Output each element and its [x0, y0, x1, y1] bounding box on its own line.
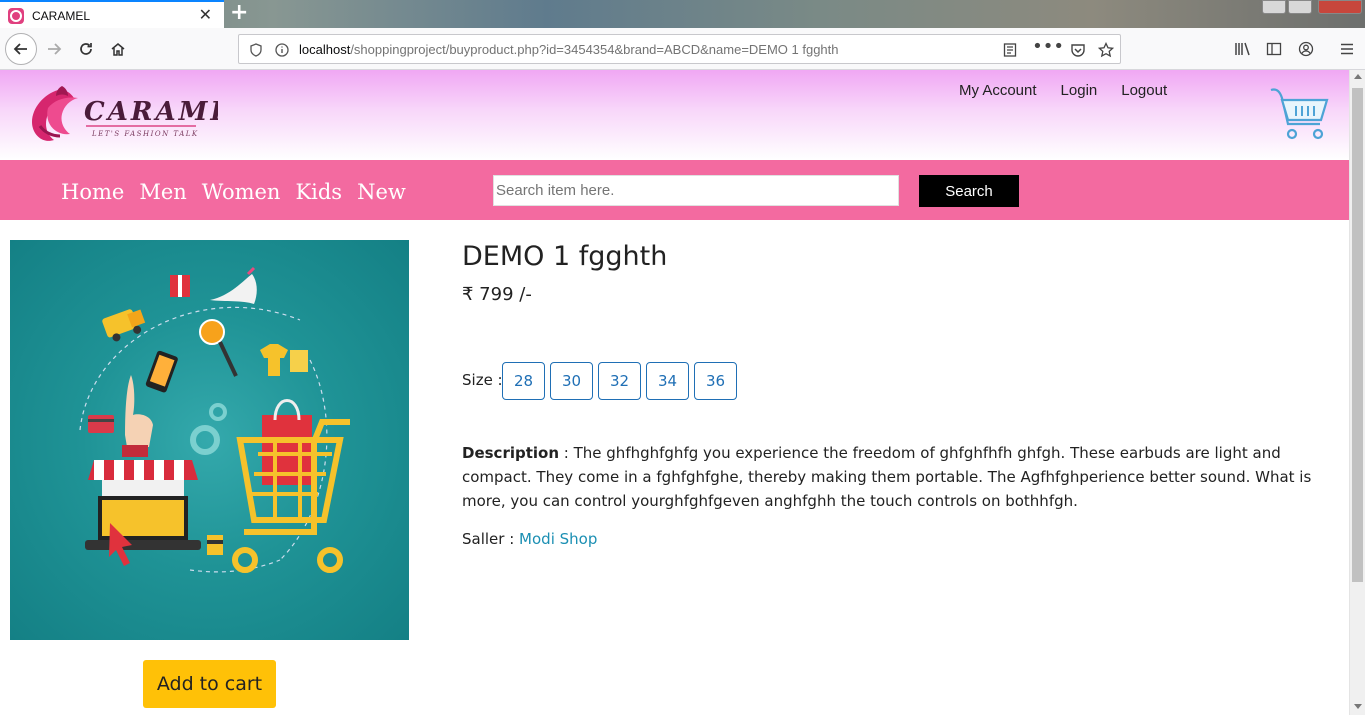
hamburger-menu-icon[interactable] [1333, 35, 1361, 63]
page-actions-icon[interactable]: ••• [1032, 36, 1064, 57]
close-window-icon[interactable] [1318, 0, 1362, 14]
logo-text: CARAMEL [84, 97, 218, 127]
info-icon[interactable] [273, 41, 291, 59]
main-menu: Home Men Women Kids New [61, 180, 406, 204]
reader-view-icon[interactable] [1001, 41, 1019, 59]
url-host: localhost [299, 42, 351, 57]
logout-link[interactable]: Logout [1121, 82, 1167, 99]
menu-item-home[interactable]: Home [61, 180, 124, 204]
my-account-link[interactable]: My Account [959, 82, 1037, 99]
url-text[interactable]: localhost/shoppingproject/buyproduct.php… [299, 42, 839, 57]
back-icon[interactable] [5, 33, 37, 65]
account-links: My Account Login Logout [959, 82, 1167, 99]
size-option-32[interactable]: 32 [598, 362, 641, 400]
new-tab-icon[interactable]: + [230, 1, 248, 25]
site-header: CARAMEL LET'S FASHION TALK My Account Lo… [0, 70, 1349, 160]
seller-info: Saller : Modi Shop [462, 530, 597, 548]
browser-tab[interactable]: CARAMEL ✕ [0, 0, 224, 29]
size-option-36[interactable]: 36 [694, 362, 737, 400]
size-option-34[interactable]: 34 [646, 362, 689, 400]
site-favicon-icon [8, 7, 24, 24]
sidebar-icon[interactable] [1260, 35, 1288, 63]
page-scrollbar[interactable] [1349, 70, 1365, 715]
caramel-logo[interactable]: CARAMEL LET'S FASHION TALK [28, 82, 252, 146]
scroll-up-icon[interactable] [1354, 74, 1362, 79]
shield-icon[interactable] [247, 41, 265, 59]
product-price: ₹ 799 /- [462, 284, 532, 305]
pocket-icon[interactable] [1069, 41, 1087, 59]
browser-navbar: localhost/shoppingproject/buyproduct.php… [0, 28, 1365, 70]
login-link[interactable]: Login [1061, 82, 1098, 99]
seller-label: Saller : [462, 530, 520, 548]
shopping-cart-icon[interactable] [1268, 84, 1330, 146]
bookmark-star-icon[interactable] [1097, 41, 1115, 59]
menu-item-men[interactable]: Men [139, 180, 186, 204]
product-image [10, 240, 409, 640]
account-icon[interactable] [1292, 35, 1320, 63]
minimize-window-icon[interactable] [1262, 0, 1286, 14]
add-to-cart-button[interactable]: Add to cart [143, 660, 276, 708]
close-tab-icon[interactable]: ✕ [199, 7, 212, 23]
url-path: /shoppingproject/buyproduct.php?id=34543… [350, 42, 839, 57]
scroll-down-icon[interactable] [1354, 704, 1362, 709]
seller-link[interactable]: Modi Shop [519, 530, 597, 548]
search-input[interactable] [493, 175, 899, 206]
menu-item-kids[interactable]: Kids [295, 180, 342, 204]
home-icon[interactable] [104, 35, 132, 63]
address-bar[interactable]: localhost/shoppingproject/buyproduct.php… [238, 34, 1121, 64]
search-button[interactable]: Search [919, 175, 1019, 207]
reload-icon[interactable] [72, 35, 100, 63]
browser-tabbar: CARAMEL ✕ + [0, 0, 1365, 29]
product-title: DEMO 1 fgghth [462, 241, 668, 272]
logo-tagline: LET'S FASHION TALK [91, 130, 199, 138]
size-option-30[interactable]: 30 [550, 362, 593, 400]
tab-title: CARAMEL [32, 8, 91, 23]
maximize-window-icon[interactable] [1288, 0, 1312, 14]
menu-item-women[interactable]: Women [202, 180, 281, 204]
size-option-28[interactable]: 28 [502, 362, 545, 400]
forward-icon[interactable] [40, 35, 68, 63]
library-icon[interactable] [1229, 35, 1257, 63]
product-description: Description : The ghfhghfghfg you experi… [462, 441, 1340, 513]
description-label: Description [462, 444, 560, 462]
scroll-thumb[interactable] [1352, 88, 1363, 582]
description-text: : The ghfhghfghfg you experience the fre… [462, 444, 1312, 510]
size-label: Size : [462, 371, 503, 389]
size-options: 28 30 32 34 36 [502, 362, 737, 400]
menu-item-new[interactable]: New [357, 180, 406, 204]
